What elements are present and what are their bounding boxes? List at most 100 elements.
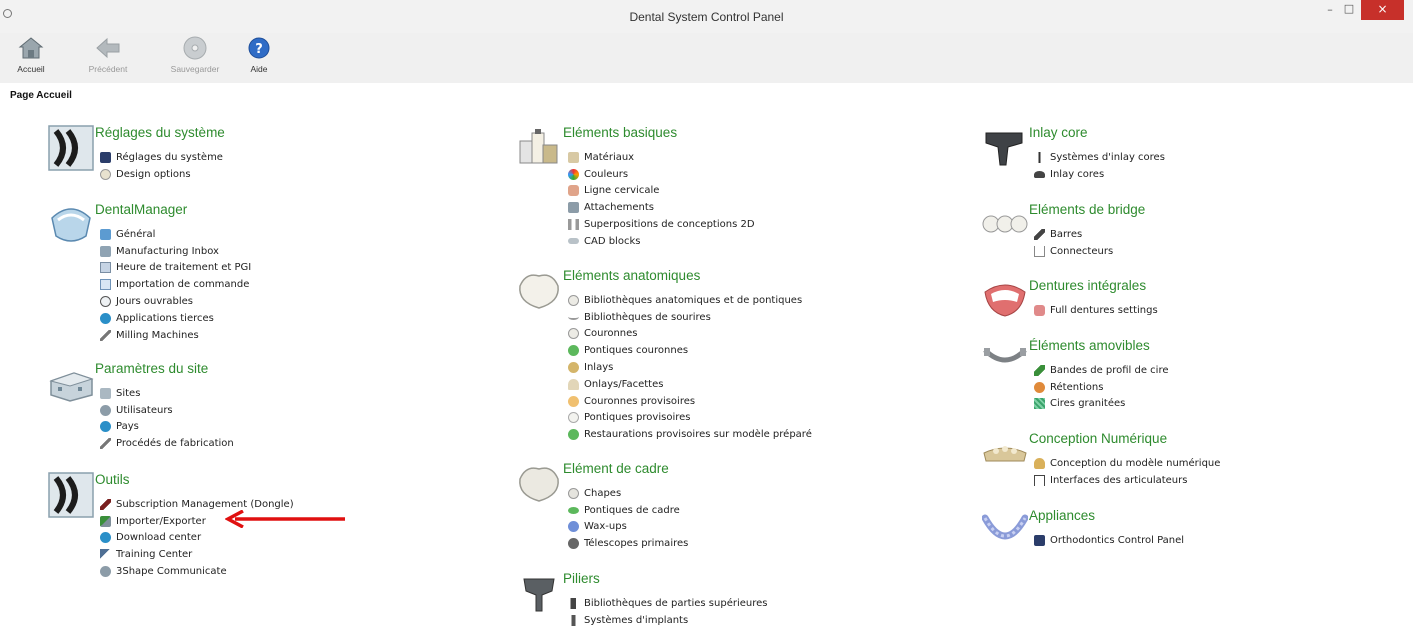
back-button[interactable]: Précédent bbox=[80, 35, 136, 74]
temporary-pontic-icon bbox=[568, 412, 579, 424]
section-items: Bibliothèques de parties supérieures Sys… bbox=[568, 595, 768, 629]
list-item[interactable]: CAD blocks bbox=[568, 233, 755, 250]
minimize-button[interactable]: – bbox=[1321, 3, 1339, 23]
building-icon bbox=[49, 372, 94, 402]
list-item[interactable]: Interfaces des articulateurs bbox=[1034, 472, 1220, 489]
back-arrow-icon bbox=[96, 37, 120, 59]
list-item[interactable]: Couronnes bbox=[568, 326, 812, 343]
granite-wax-icon bbox=[1034, 398, 1045, 410]
dongle-icon bbox=[100, 498, 111, 510]
list-item[interactable]: Connecteurs bbox=[1034, 243, 1113, 260]
maximize-button[interactable]: □ bbox=[1340, 2, 1358, 22]
list-item[interactable]: Importation de commande bbox=[100, 276, 251, 293]
list-item[interactable]: Inlays bbox=[568, 359, 812, 376]
help-label: Aide bbox=[250, 64, 268, 74]
aligner-icon bbox=[982, 514, 1028, 540]
list-item[interactable]: Bibliothèques anatomiques et de pontique… bbox=[568, 292, 812, 309]
list-item[interactable]: Design options bbox=[100, 166, 223, 183]
list-item[interactable]: Bibliothèques de sourires bbox=[568, 309, 812, 326]
list-item[interactable]: Pays bbox=[100, 419, 234, 436]
temporary-restoration-icon bbox=[568, 429, 579, 441]
list-item[interactable]: Attachements bbox=[568, 199, 755, 216]
svg-text:?: ? bbox=[255, 42, 263, 57]
model-design-icon bbox=[1034, 457, 1045, 469]
list-item[interactable]: Télescopes primaires bbox=[568, 535, 688, 552]
list-item[interactable]: Pontiques couronnes bbox=[568, 342, 812, 359]
section-items: Orthodontics Control Panel bbox=[1034, 532, 1184, 549]
list-item[interactable]: Applications tierces bbox=[100, 310, 251, 327]
list-item[interactable]: Onlays/Facettes bbox=[568, 376, 812, 393]
help-button[interactable]: ? Aide bbox=[244, 35, 274, 74]
save-label: Sauvegarder bbox=[170, 64, 220, 74]
list-item[interactable]: Manufacturing Inbox bbox=[100, 243, 251, 260]
section-title: Eléments basiques bbox=[563, 125, 678, 140]
list-item[interactable]: Ligne cervicale bbox=[568, 183, 755, 200]
list-item[interactable]: Milling Machines bbox=[100, 327, 251, 344]
list-item[interactable]: Rétentions bbox=[1034, 379, 1169, 396]
list-item[interactable]: Restaurations provisoires sur modèle pré… bbox=[568, 426, 812, 443]
list-item[interactable]: Superpositions de conceptions 2D bbox=[568, 216, 755, 233]
time-document-icon bbox=[100, 262, 111, 274]
list-item[interactable]: Download center bbox=[100, 530, 294, 547]
section-title: Dentures intégrales bbox=[1029, 278, 1147, 293]
list-item[interactable]: Cires granitées bbox=[1034, 396, 1169, 413]
communicate-icon bbox=[100, 566, 111, 578]
section-title: Eléments anatomiques bbox=[563, 268, 701, 283]
annotation-arrow bbox=[225, 510, 345, 528]
list-item[interactable]: Bandes de profil de cire bbox=[1034, 362, 1169, 379]
list-item[interactable]: 3Shape Communicate bbox=[100, 563, 294, 580]
cervical-line-icon bbox=[568, 185, 579, 197]
import-export-icon bbox=[100, 515, 111, 527]
list-item[interactable]: Sites bbox=[100, 385, 234, 402]
window-title: Dental System Control Panel bbox=[629, 10, 784, 24]
section-items: Full dentures settings bbox=[1034, 302, 1158, 319]
materials-bottles-icon bbox=[519, 129, 558, 164]
list-item[interactable]: Training Center bbox=[100, 546, 294, 563]
inlay-core-icon bbox=[985, 132, 1023, 166]
dental-manager-icon bbox=[51, 208, 91, 242]
orthodontics-icon bbox=[1034, 534, 1045, 546]
list-item[interactable]: Orthodontics Control Panel bbox=[1034, 532, 1184, 549]
milling-tool-icon bbox=[100, 329, 111, 341]
retention-icon bbox=[1034, 381, 1045, 393]
save-button[interactable]: Sauvegarder bbox=[160, 35, 230, 74]
list-item[interactable]: Pontiques de cadre bbox=[568, 502, 688, 519]
list-item[interactable]: Chapes bbox=[568, 485, 688, 502]
list-item[interactable]: Inlay cores bbox=[1034, 166, 1165, 183]
list-item[interactable]: Barres bbox=[1034, 226, 1113, 243]
title-bar: Dental System Control Panel – □ × bbox=[0, 0, 1413, 33]
close-button[interactable]: × bbox=[1361, 0, 1404, 20]
section-title: Elément de cadre bbox=[563, 461, 669, 476]
list-item[interactable]: Matériaux bbox=[568, 149, 755, 166]
section-items: Bandes de profil de cire Rétentions Cire… bbox=[1034, 362, 1169, 412]
list-item[interactable]: Conception du modèle numérique bbox=[1034, 455, 1220, 472]
cad-block-icon bbox=[568, 238, 579, 245]
section-title: Éléments amovibles bbox=[1029, 338, 1150, 353]
list-item[interactable]: Réglages du système bbox=[100, 149, 223, 166]
list-item[interactable]: Systèmes d'inlay cores bbox=[1034, 149, 1165, 166]
bar-icon bbox=[1034, 228, 1045, 240]
list-item[interactable]: Wax-ups bbox=[568, 519, 688, 536]
list-item[interactable]: Full dentures settings bbox=[1034, 302, 1158, 319]
list-item[interactable]: Général bbox=[100, 226, 251, 243]
list-item[interactable]: Couronnes provisoires bbox=[568, 393, 812, 410]
back-label: Précédent bbox=[88, 64, 128, 74]
list-item[interactable]: Jours ouvrables bbox=[100, 293, 251, 310]
section-title: Conception Numérique bbox=[1029, 431, 1168, 446]
abutment-icon bbox=[523, 578, 555, 612]
section-items: Chapes Pontiques de cadre Wax-ups Télesc… bbox=[568, 485, 688, 552]
settings-small-icon bbox=[100, 151, 111, 163]
full-denture-icon bbox=[984, 284, 1026, 317]
list-item[interactable]: Pontiques provisoires bbox=[568, 410, 812, 427]
list-item[interactable]: Bibliothèques de parties supérieures bbox=[568, 595, 768, 612]
site-icon bbox=[100, 387, 111, 399]
list-item[interactable]: Heure de traitement et PGI bbox=[100, 260, 251, 277]
list-item[interactable]: Utilisateurs bbox=[100, 402, 234, 419]
list-item[interactable]: Procédés de fabrication bbox=[100, 435, 234, 452]
list-item[interactable]: Couleurs bbox=[568, 166, 755, 183]
denture-settings-icon bbox=[1034, 304, 1045, 316]
home-button[interactable]: Accueil bbox=[8, 35, 54, 74]
general-icon bbox=[100, 228, 111, 240]
home-icon bbox=[18, 37, 44, 59]
list-item[interactable]: Systèmes d'implants bbox=[568, 612, 768, 629]
